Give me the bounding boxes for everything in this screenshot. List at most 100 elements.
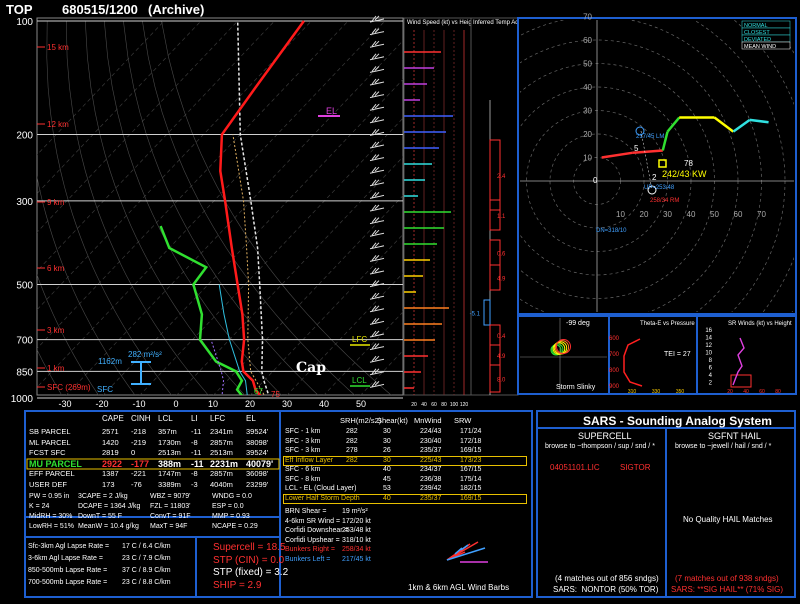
kinematics-cell: 282 bbox=[346, 428, 358, 435]
parcel-cell: 38098' bbox=[246, 437, 269, 447]
sars-hail-count: (7 matches out of 938 sndgs) bbox=[675, 574, 779, 583]
kinematics-extra-value: 172/20 kt bbox=[342, 517, 371, 525]
kinematics-extra-label: Bunkers Right = bbox=[285, 546, 335, 553]
parcel-cell: 388m bbox=[158, 458, 182, 469]
index-cell: DownT = 55 F bbox=[78, 513, 123, 520]
kinematics-cell: 172/18 bbox=[460, 437, 482, 445]
sars-hail-none: No Quality HAIL Matches bbox=[683, 515, 773, 524]
parcel-cell: 23299' bbox=[246, 479, 269, 489]
parcel-cell: 2819 bbox=[102, 448, 119, 457]
composite-value: STP (CIN) = 0.0 bbox=[213, 554, 285, 566]
lapse-value: 17 C / 6.4 C/km bbox=[122, 543, 171, 550]
parcel-cell: 1387 bbox=[102, 469, 119, 478]
parcel-cell: 357m bbox=[158, 427, 177, 436]
index-cell: PW = 0.95 in bbox=[29, 493, 70, 500]
parcel-cell: 2341m bbox=[210, 427, 233, 436]
parcel-header: LFC bbox=[210, 414, 226, 423]
kinematics-cell: 182/15 bbox=[460, 485, 482, 492]
index-cell: MidRH = 30% bbox=[29, 513, 73, 520]
barb-6km bbox=[446, 544, 486, 561]
sars-supercell-result: SARS: NONTOR (50% TOR) bbox=[553, 585, 659, 594]
composite-value: Supercell = 18.5 bbox=[213, 542, 286, 553]
index-cell: ESP = 0.0 bbox=[212, 503, 244, 510]
barb-caption: 1km & 6km AGL Wind Barbs bbox=[408, 583, 510, 592]
kinematics-extra-label: 4-6km SR Wind = bbox=[285, 517, 341, 525]
sars-hail-title: SGFNT HAIL bbox=[708, 431, 761, 441]
kinematics-cell: 26 bbox=[383, 447, 391, 454]
parcel-cell: 39524' bbox=[246, 448, 269, 457]
parcel-cell: 39524' bbox=[246, 427, 269, 436]
parcel-header: LCL bbox=[158, 414, 173, 423]
sars-match-date[interactable]: 04051101.LIC bbox=[550, 463, 600, 472]
kinematics-cell: 53 bbox=[383, 485, 391, 492]
parcel-cell: 2857m bbox=[210, 437, 233, 447]
index-cell: NCAPE = 0.29 bbox=[212, 523, 258, 530]
kinematics-cell: 40 bbox=[383, 494, 391, 502]
kinematics-cell: 225/43 bbox=[420, 456, 442, 464]
wind-barb-mini bbox=[446, 541, 488, 563]
lapse-label: 700-500mb Lapse Rate = bbox=[28, 579, 108, 586]
lapse-label: 850-500mb Lapse Rate = bbox=[28, 567, 108, 574]
sars-match-type: SIGTOR bbox=[620, 463, 651, 472]
parcel-cell: 173 bbox=[102, 479, 115, 489]
index-cell: MaxT = 94F bbox=[150, 523, 188, 530]
lapse-label: Sfc-3km Agl Lapse Rate = bbox=[28, 543, 110, 550]
index-cell: FZL = 11803' bbox=[150, 503, 191, 510]
sars-supercell-browse[interactable]: browse to ~thompson / sup / snd / * bbox=[545, 443, 655, 450]
kinematics-cell: 173/23 bbox=[460, 456, 482, 464]
sars-supercell-title: SUPERCELL bbox=[578, 431, 632, 441]
kinematics-row-name: SFC - 6 km bbox=[285, 466, 321, 473]
parcel-cell: -177 bbox=[131, 458, 150, 469]
kinematics-cell: 169/15 bbox=[460, 494, 482, 502]
kinematics-cell: 234/37 bbox=[420, 466, 442, 473]
kinematics-cell: 235/37 bbox=[420, 447, 442, 454]
parcel-cell: -76 bbox=[131, 479, 142, 489]
kinematics-extra-label: BRN Shear = bbox=[285, 508, 327, 515]
parcel-row-name: MU PARCEL bbox=[29, 458, 82, 469]
index-cell: MeanW = 10.4 g/kg bbox=[78, 523, 139, 530]
kinematics-header: SRH(m2/s2) bbox=[340, 416, 382, 425]
sars-hail-result: SARS: **SIG HAIL** (71% SIG) bbox=[671, 585, 784, 594]
parcel-cell: 36098' bbox=[246, 469, 269, 478]
kinematics-extra-value: 253/48 kt bbox=[342, 527, 371, 534]
kinematics-row-name: Eff Inflow Layer bbox=[285, 456, 334, 464]
lapse-value: 23 C / 8.8 C/km bbox=[122, 579, 171, 586]
kinematics-row-name: Lower Half Storm Depth bbox=[285, 494, 360, 502]
kinematics-cell: 45 bbox=[383, 475, 391, 483]
parcel-cell: 2231m bbox=[210, 458, 239, 469]
index-cell: DCAPE = 1364 J/kg bbox=[78, 503, 141, 510]
index-cell: ConvT = 91F bbox=[150, 513, 191, 520]
index-cell: WNDG = 0.0 bbox=[212, 493, 252, 500]
sars-supercell-count: (4 matches out of 856 sndgs) bbox=[555, 574, 659, 583]
parcel-header: EL bbox=[246, 414, 256, 423]
lapse-value: 37 C / 8.9 C/km bbox=[122, 567, 171, 574]
parcel-cell: -221 bbox=[131, 469, 147, 478]
kinematics-cell: 230/40 bbox=[420, 437, 442, 445]
sars-hail-browse[interactable]: browse to ~jewell / hail / snd / * bbox=[675, 443, 771, 450]
parcel-row-name: USER DEF bbox=[29, 479, 67, 489]
kinematics-cell: 40 bbox=[383, 466, 391, 473]
parcel-header: CINH bbox=[131, 414, 151, 423]
kinematics-extra-value: 258/34 kt bbox=[342, 546, 371, 553]
kinematics-row-name: SFC - 8 km bbox=[285, 475, 321, 483]
sars-title: SARS - Sounding Analog System bbox=[583, 414, 772, 428]
parcel-cell: 1420 bbox=[102, 437, 119, 447]
parcel-cell: -11 bbox=[191, 448, 202, 457]
parcel-cell: 0 bbox=[131, 448, 136, 457]
kinematics-extra-label: Corfidi Downshear = bbox=[285, 527, 349, 534]
kinematics-cell: 175/14 bbox=[460, 475, 482, 483]
parcel-cell: -3 bbox=[191, 479, 198, 489]
kinematics-cell: 282 bbox=[346, 437, 358, 445]
kinematics-row-name: SFC - 3 km bbox=[285, 437, 321, 445]
parcel-header: CAPE bbox=[102, 414, 124, 423]
parcel-cell: -11 bbox=[191, 458, 204, 469]
kinematics-cell: 235/37 bbox=[420, 494, 442, 502]
kinematics-row-name: SFC - 1 km bbox=[285, 428, 321, 435]
index-cell: 3CAPE = 2 J/kg bbox=[78, 493, 128, 500]
kinematics-header: MnWind bbox=[414, 416, 442, 425]
kinematics-cell: 171/24 bbox=[460, 428, 482, 435]
parcel-cell: 3389m bbox=[158, 479, 181, 489]
index-cell: K = 24 bbox=[29, 503, 50, 510]
parcel-cell: -8 bbox=[191, 437, 198, 447]
parcel-cell: 2571 bbox=[102, 427, 119, 436]
